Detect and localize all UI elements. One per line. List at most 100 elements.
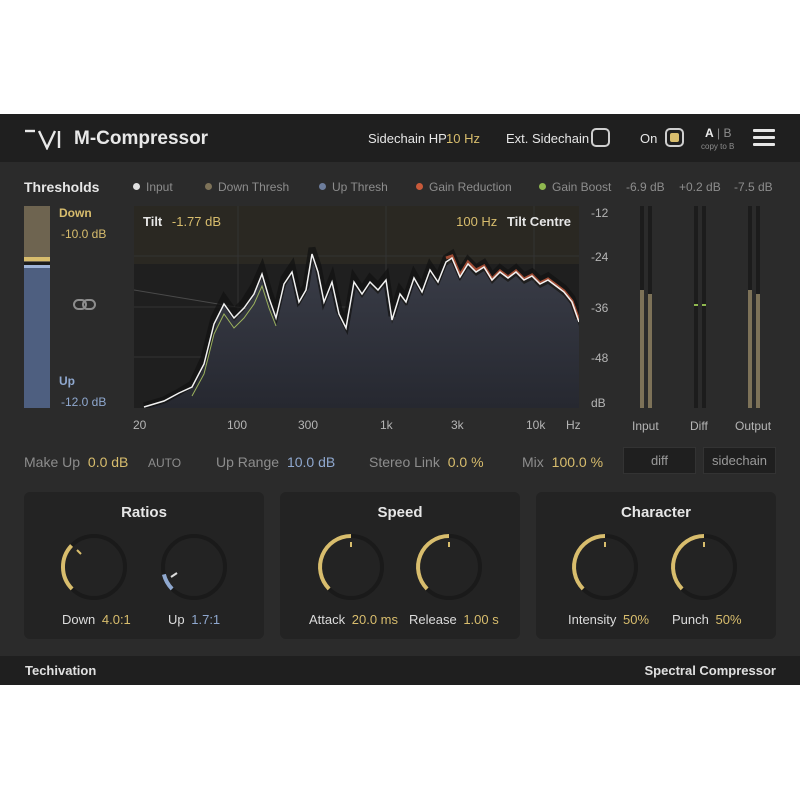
stereolink-value[interactable]: 0.0 % xyxy=(448,454,484,470)
down-threshold-handle[interactable] xyxy=(24,257,50,261)
legend-gain-boost: Gain Boost xyxy=(539,180,611,194)
plugin-window: M-Compressor Sidechain HP 10 Hz Ext. Sid… xyxy=(0,114,800,685)
link-icon[interactable] xyxy=(73,298,97,312)
down-threshold-value[interactable]: -10.0 dB xyxy=(61,227,106,241)
uprange-label: Up Range xyxy=(216,454,280,470)
mix-param[interactable]: Mix 100.0 % xyxy=(522,454,603,470)
threshold-slider[interactable] xyxy=(24,206,50,408)
input-meter-label: Input xyxy=(632,419,659,433)
tilt-centre-readout[interactable]: 100 Hz Tilt Centre xyxy=(456,214,571,229)
attack-knob[interactable] xyxy=(316,532,386,602)
legend-gain-reduction: Gain Reduction xyxy=(416,180,512,194)
uprange-value[interactable]: 10.0 dB xyxy=(287,454,335,470)
speed-title: Speed xyxy=(377,504,423,521)
down-ratio-readout: Down 4.0:1 xyxy=(62,612,131,627)
diff-meter-label: Diff xyxy=(690,419,708,433)
top-bar: M-Compressor Sidechain HP 10 Hz Ext. Sid… xyxy=(0,114,800,162)
x-tick: 100 xyxy=(227,418,248,432)
punch-value[interactable]: 50% xyxy=(716,612,742,627)
y-tick: -48 xyxy=(591,351,609,365)
makeup-param[interactable]: Make Up 0.0 dB xyxy=(24,454,128,470)
tilt-value[interactable]: -1.77 dB xyxy=(172,214,221,229)
makeup-value[interactable]: 0.0 dB xyxy=(88,454,128,470)
on-label: On xyxy=(640,131,658,146)
up-threshold-region xyxy=(24,265,50,408)
release-label: Release xyxy=(409,612,457,627)
attack-value[interactable]: 20.0 ms xyxy=(352,612,398,627)
down-threshold-label: Down xyxy=(59,206,92,220)
tilt-label: Tilt xyxy=(143,214,163,229)
output-meter-left xyxy=(748,206,752,408)
sidechain-hp-label: Sidechain HP xyxy=(368,131,447,146)
x-tick: 20 xyxy=(133,418,147,432)
character-title: Character xyxy=(620,504,692,521)
sidechain-button[interactable]: sidechain xyxy=(703,447,776,474)
ab-a[interactable]: A xyxy=(705,126,714,140)
mix-label: Mix xyxy=(522,454,544,470)
x-tick-unit: Hz xyxy=(566,418,581,432)
ext-sidechain-checkbox[interactable] xyxy=(591,128,610,147)
input-meter-right xyxy=(648,206,652,408)
spectrum-graph[interactable]: Tilt -1.77 dB 100 Hz Tilt Centre xyxy=(134,206,579,408)
stereolink-label: Stereo Link xyxy=(369,454,440,470)
intensity-label: Intensity xyxy=(568,612,617,627)
input-meter-value: -6.9 dB xyxy=(626,180,665,194)
speed-panel: Speed Attack 20.0 ms Release 1.00 s xyxy=(280,492,520,639)
footer: Techivation Spectral Compressor xyxy=(0,656,800,685)
release-readout: Release 1.00 s xyxy=(409,612,499,627)
character-panel: Character Intensity 50% Punch 50% xyxy=(536,492,776,639)
up-threshold-value[interactable]: -12.0 dB xyxy=(61,395,106,409)
logo-icon xyxy=(25,129,61,150)
up-threshold-handle[interactable] xyxy=(24,265,50,268)
up-ratio-label: Up xyxy=(168,612,185,627)
thresholds-title: Thresholds xyxy=(24,179,100,195)
release-knob[interactable] xyxy=(414,532,484,602)
product-name: Spectral Compressor xyxy=(644,663,777,678)
punch-label: Punch xyxy=(672,612,709,627)
legend-input: Input xyxy=(133,180,173,194)
punch-readout: Punch 50% xyxy=(672,612,742,627)
on-toggle[interactable] xyxy=(665,128,684,147)
mix-value[interactable]: 100.0 % xyxy=(552,454,603,470)
stereolink-param[interactable]: Stereo Link 0.0 % xyxy=(369,454,484,470)
tilt-readout[interactable]: Tilt -1.77 dB xyxy=(143,214,221,229)
down-ratio-label: Down xyxy=(62,612,96,627)
x-tick: 3k xyxy=(451,418,464,432)
output-meter-label: Output xyxy=(735,419,772,433)
diff-button[interactable]: diff xyxy=(623,447,696,474)
punch-knob[interactable] xyxy=(669,532,739,602)
attack-readout: Attack 20.0 ms xyxy=(309,612,398,627)
y-tick-unit: dB xyxy=(591,396,606,410)
intensity-readout: Intensity 50% xyxy=(568,612,649,627)
y-tick: -12 xyxy=(591,206,609,220)
release-value[interactable]: 1.00 s xyxy=(463,612,498,627)
hamburger-menu-icon[interactable] xyxy=(753,129,775,147)
x-tick: 10k xyxy=(526,418,546,432)
ab-switch[interactable]: A | B xyxy=(705,126,732,140)
down-ratio-value[interactable]: 4.0:1 xyxy=(102,612,131,627)
ab-separator: | xyxy=(717,126,721,140)
output-meter-right xyxy=(756,206,760,408)
ab-b[interactable]: B xyxy=(723,126,731,140)
tilt-centre-value[interactable]: 100 Hz xyxy=(456,214,497,229)
tilt-centre-label: Tilt Centre xyxy=(506,214,571,229)
attack-label: Attack xyxy=(309,612,346,627)
ext-sidechain-label: Ext. Sidechain xyxy=(506,131,590,146)
sidechain-hp-value[interactable]: 10 Hz xyxy=(446,131,480,146)
spectrum-svg xyxy=(134,206,579,408)
intensity-knob[interactable] xyxy=(570,532,640,602)
up-threshold-label: Up xyxy=(59,374,75,388)
diff-meter-left xyxy=(694,206,698,408)
copy-to-b[interactable]: copy to B xyxy=(701,142,734,151)
ratios-title: Ratios xyxy=(121,504,167,521)
diff-meter-right xyxy=(702,206,706,408)
auto-makeup-button[interactable]: AUTO xyxy=(148,456,181,470)
uprange-param[interactable]: Up Range 10.0 dB xyxy=(216,454,335,470)
up-ratio-knob[interactable] xyxy=(159,532,229,602)
up-ratio-value[interactable]: 1.7:1 xyxy=(191,612,220,627)
app-title: M-Compressor xyxy=(74,128,209,149)
on-toggle-fill xyxy=(670,133,679,142)
down-threshold-region xyxy=(24,206,50,262)
down-ratio-knob[interactable] xyxy=(59,532,129,602)
intensity-value[interactable]: 50% xyxy=(623,612,649,627)
